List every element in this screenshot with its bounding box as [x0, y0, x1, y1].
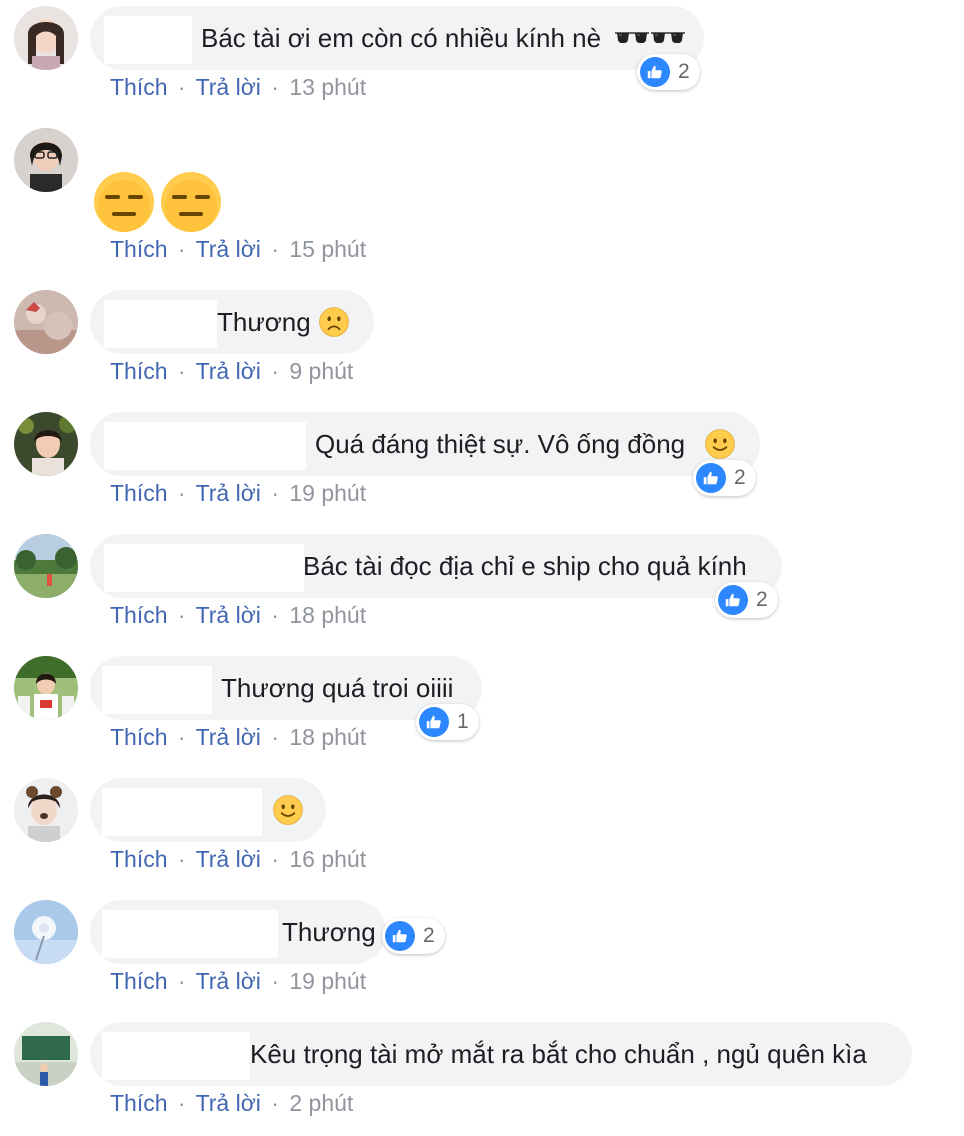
avatar[interactable]	[14, 128, 78, 192]
comment-bubble: Bác tài đọc địa chỉ e ship cho quả kính	[90, 534, 782, 598]
reply-link[interactable]: Trả lời	[196, 968, 261, 994]
comment-actions: Thích · Trả lời · 18 phút	[110, 602, 367, 628]
comment-actions: Thích · Trả lời · 2 phút	[110, 1090, 354, 1116]
comment-item: Thương 2 Thích · Trả lời · 19 phút	[0, 894, 964, 1014]
comment-item: Thích · Trả lời · 15 phút	[0, 122, 964, 262]
comment-actions: Thích · Trả lời · 19 phút	[110, 968, 367, 994]
reply-link[interactable]: Trả lời	[196, 358, 261, 384]
like-link[interactable]: Thích	[110, 480, 168, 506]
avatar[interactable]	[14, 412, 78, 476]
comment-item: Kêu trọng tài mở mắt ra bắt cho chuẩn , …	[0, 1016, 964, 1136]
like-reaction-count[interactable]: 2	[637, 54, 700, 90]
comment-actions: Thích · Trả lời · 9 phút	[110, 358, 354, 384]
timestamp[interactable]: 13 phút	[289, 74, 366, 100]
timestamp[interactable]: 18 phút	[289, 602, 366, 628]
like-reaction-count[interactable]: 2	[382, 918, 445, 954]
like-reaction-count[interactable]: 2	[715, 582, 778, 618]
like-reaction-count[interactable]: 2	[693, 460, 756, 496]
reply-link[interactable]: Trả lời	[196, 724, 261, 750]
timestamp[interactable]: 15 phút	[289, 236, 366, 262]
comment-actions: Thích · Trả lời · 13 phút	[110, 74, 367, 100]
like-link[interactable]: Thích	[110, 724, 168, 750]
comment-item: Bác tài ơi em còn có nhiều kính nè 2 Thí…	[0, 0, 964, 120]
like-link[interactable]: Thích	[110, 846, 168, 872]
reply-link[interactable]: Trả lời	[196, 74, 261, 100]
comment-actions: Thích · Trả lời · 15 phút	[110, 236, 367, 262]
comment-bubble	[90, 778, 326, 842]
timestamp[interactable]: 18 phút	[289, 724, 366, 750]
timestamp[interactable]: 16 phút	[289, 846, 366, 872]
timestamp[interactable]: 9 phút	[289, 358, 353, 384]
comment-item: Thương Thích · Trả lời · 9 phút	[0, 284, 964, 404]
like-link[interactable]: Thích	[110, 968, 168, 994]
comment-text: Kêu trọng tài mở mắt ra bắt cho chuẩn , …	[250, 1039, 867, 1069]
avatar[interactable]	[14, 290, 78, 354]
comment-actions: Thích · Trả lời · 16 phút	[110, 846, 367, 872]
like-link[interactable]: Thích	[110, 74, 168, 100]
reply-link[interactable]: Trả lời	[196, 480, 261, 506]
slightly-smiling-face-icon	[704, 428, 736, 460]
timestamp[interactable]: 19 phút	[289, 480, 366, 506]
comment-text: Quá đáng thiệt sự. Vô ống đồng	[315, 429, 686, 459]
expressionless-face-icon	[92, 170, 156, 234]
frowning-face-icon	[318, 306, 350, 338]
like-link[interactable]: Thích	[110, 1090, 168, 1116]
sunglasses-icon	[650, 29, 686, 47]
avatar[interactable]	[14, 656, 78, 720]
reply-link[interactable]: Trả lời	[196, 846, 261, 872]
comment-bubble: Thương	[90, 290, 374, 354]
comment-text: Bác tài ơi em còn có nhiều kính nè	[201, 23, 602, 53]
like-icon	[718, 585, 748, 615]
comment-bubble: Thương	[90, 900, 386, 964]
comment-actions: Thích · Trả lời · 19 phút	[110, 480, 367, 506]
like-link[interactable]: Thích	[110, 358, 168, 384]
reply-link[interactable]: Trả lời	[196, 602, 261, 628]
author-name[interactable]	[102, 788, 262, 836]
comment-item: Thích · Trả lời · 16 phút	[0, 772, 964, 892]
comment-actions: Thích · Trả lời · 18 phút	[110, 724, 367, 750]
like-icon	[385, 921, 415, 951]
timestamp[interactable]: 19 phút	[289, 968, 366, 994]
comment-item: Thương quá troi oiiii 1 Thích · Trả lời …	[0, 650, 964, 770]
comment-bubble: Bác tài ơi em còn có nhiều kính nè	[90, 6, 704, 70]
comment-bubble: Quá đáng thiệt sự. Vô ống đồng	[90, 412, 760, 476]
author-name[interactable]	[102, 910, 278, 958]
timestamp[interactable]: 2 phút	[289, 1090, 353, 1116]
author-name[interactable]	[104, 422, 306, 470]
comment-item: Bác tài đọc địa chỉ e ship cho quả kính …	[0, 528, 964, 648]
like-reaction-count[interactable]: 1	[416, 704, 479, 740]
like-link[interactable]: Thích	[110, 602, 168, 628]
avatar[interactable]	[14, 6, 78, 70]
comment-text: Bác tài đọc địa chỉ e ship cho quả kính	[303, 551, 747, 581]
author-name[interactable]	[104, 300, 217, 348]
author-name[interactable]	[102, 666, 212, 714]
author-name[interactable]	[102, 1032, 250, 1080]
avatar[interactable]	[14, 1022, 78, 1086]
reply-link[interactable]: Trả lời	[196, 1090, 261, 1116]
like-icon	[640, 57, 670, 87]
slightly-smiling-face-icon	[272, 794, 304, 826]
like-icon	[696, 463, 726, 493]
sunglasses-icon	[614, 29, 650, 47]
author-name[interactable]	[104, 16, 192, 64]
avatar[interactable]	[14, 778, 78, 842]
comment-text: Thương	[282, 917, 376, 947]
expressionless-face-icon	[159, 170, 223, 234]
comment-item: Quá đáng thiệt sự. Vô ống đồng 2 Thích ·…	[0, 406, 964, 526]
avatar[interactable]	[14, 900, 78, 964]
like-link[interactable]: Thích	[110, 236, 168, 262]
reply-link[interactable]: Trả lời	[196, 236, 261, 262]
comment-bubble: Kêu trọng tài mở mắt ra bắt cho chuẩn , …	[90, 1022, 912, 1086]
like-icon	[419, 707, 449, 737]
avatar[interactable]	[14, 534, 78, 598]
comment-text: Thương	[217, 307, 311, 337]
author-name[interactable]	[104, 544, 304, 592]
